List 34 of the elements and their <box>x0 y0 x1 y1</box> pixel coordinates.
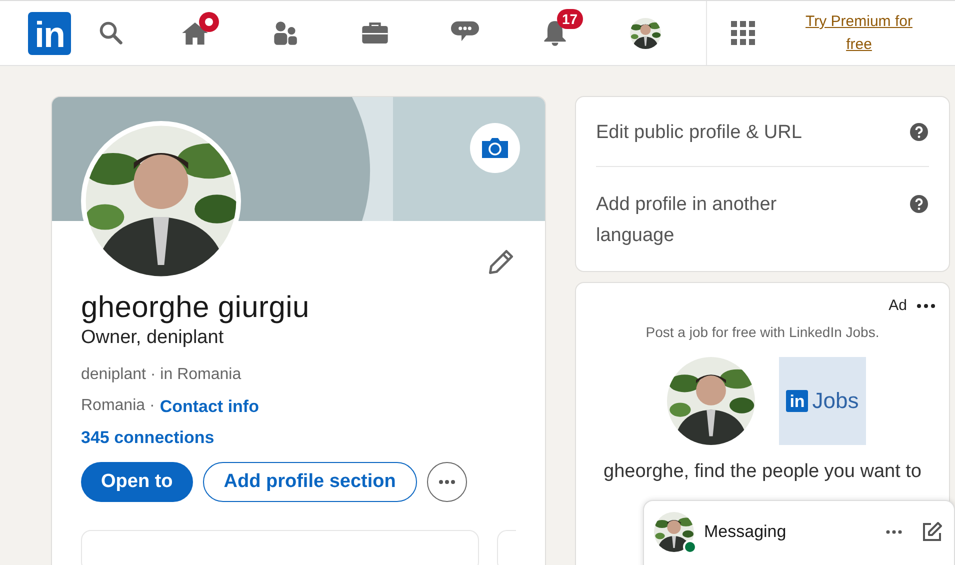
ad-intro-text: Post a job for free with LinkedIn Jobs. <box>644 324 880 340</box>
profile-headline: Owner, deniplant <box>81 327 225 349</box>
briefcase-icon[interactable] <box>361 21 389 45</box>
more-icon[interactable] <box>886 530 902 534</box>
notification-count: 17 <box>557 9 583 29</box>
pencil-icon[interactable] <box>488 249 514 275</box>
more-icon[interactable] <box>917 304 935 308</box>
profile-settings-link[interactable]: Add profile in another language <box>596 189 836 251</box>
try-premium-link[interactable]: Try Premium for free <box>794 10 924 56</box>
add-profile-section-button[interactable]: Add profile section <box>202 462 417 502</box>
linkedin-logo[interactable]: in <box>28 12 71 54</box>
company-location: deniplant · in Romania <box>81 366 242 384</box>
connections-link[interactable]: 345 connections <box>81 428 214 448</box>
help-icon[interactable] <box>910 195 928 213</box>
compose-icon[interactable] <box>922 522 942 542</box>
location: Romania · <box>81 397 155 416</box>
jobs-logo-text: Jobs <box>812 388 859 414</box>
profile-settings-link[interactable]: Edit public profile & URL <box>596 117 836 148</box>
camera-icon <box>482 138 508 158</box>
people-icon[interactable] <box>272 20 298 46</box>
messaging-bar[interactable]: Messaging <box>643 500 955 565</box>
jobs-logo-badge: in <box>786 390 808 412</box>
open-to-button[interactable]: Open to <box>81 462 193 502</box>
more-button[interactable] <box>426 462 467 502</box>
ad-headline: gheorghe, find the people you want to <box>602 460 922 484</box>
home-icon[interactable] <box>181 20 209 46</box>
apps-grid-icon[interactable] <box>731 21 755 45</box>
more-icon <box>438 480 455 484</box>
contact-info-link[interactable]: Contact info <box>160 397 259 417</box>
help-icon[interactable] <box>910 123 928 141</box>
profile-name: gheorghe giurgiu <box>81 291 310 325</box>
messaging-label: Messaging <box>704 522 786 542</box>
ad-label: Ad <box>888 297 907 314</box>
search-icon[interactable] <box>98 20 124 46</box>
